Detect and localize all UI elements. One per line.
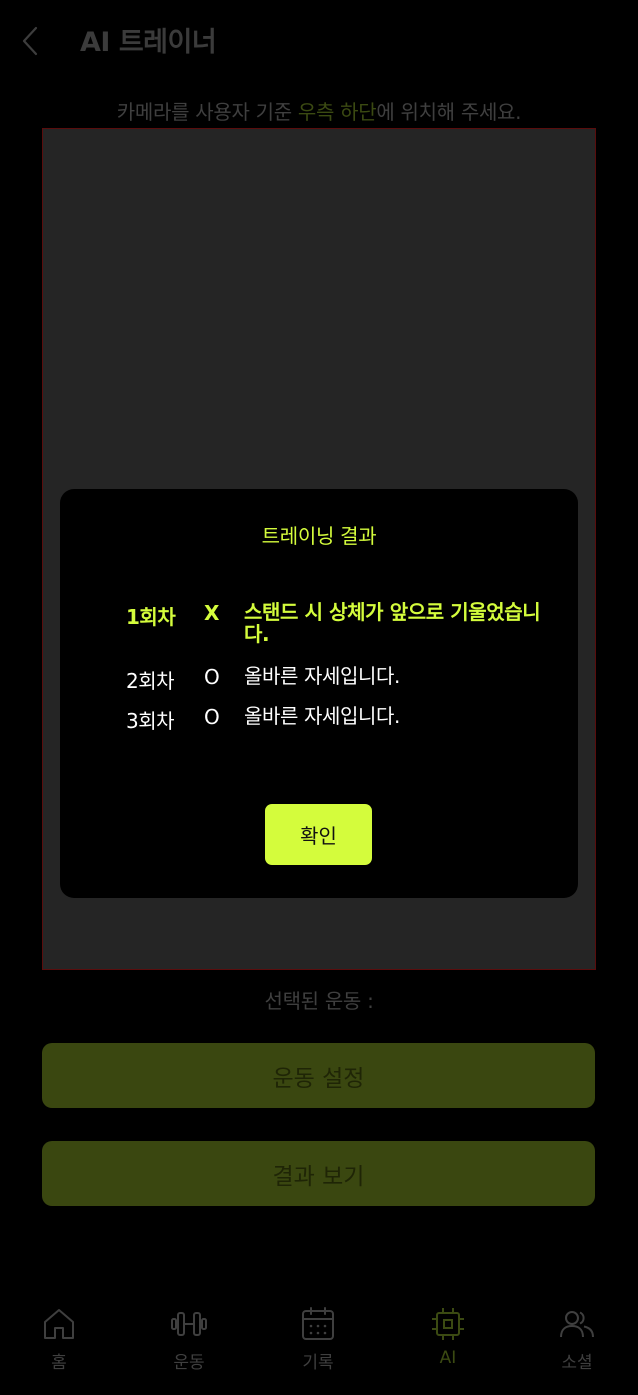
nav-item-home[interactable]: 홈: [14, 1300, 104, 1375]
selected-exercise-label: 선택된 운동 :: [264, 989, 374, 1013]
app-screen: AI 트레이너 카메라를 사용자 기준 우측 하단에 위치해 주세요. 트레이닝…: [0, 0, 638, 1395]
nav-label: 홈: [51, 1353, 67, 1373]
camera-instruction: 카메라를 사용자 기준 우측 하단에 위치해 주세요.: [0, 96, 638, 125]
nav-item-records[interactable]: 기록: [273, 1300, 363, 1375]
nav-label: 소셜: [561, 1353, 593, 1373]
instruction-pre: 카메라를 사용자 기준: [116, 100, 298, 124]
confirm-button[interactable]: 확인: [265, 804, 372, 865]
dumbbell-icon: [171, 1312, 207, 1336]
nav-item-ai[interactable]: AI: [403, 1300, 493, 1375]
bottom-nav: 홈 운동 기록 AI 소셜: [0, 1300, 638, 1395]
page-title: AI 트레이너: [80, 27, 217, 58]
result-round: 1회차: [126, 605, 176, 629]
users-icon: [560, 1311, 594, 1338]
result-mark: X: [204, 601, 220, 625]
result-round: 3회차: [126, 709, 175, 733]
exercise-settings-button[interactable]: 운동 설정: [42, 1043, 595, 1108]
result-message: 올바른 자세입니다.: [244, 704, 400, 728]
nav-item-exercise[interactable]: 운동: [144, 1300, 234, 1375]
chevron-left-icon: [22, 26, 38, 56]
training-result-modal: 트레이닝 결과 1회차 X 스탠드 시 상체가 앞으로 기울었습니다. 2회차 …: [60, 489, 578, 898]
result-round: 2회차: [126, 669, 175, 693]
result-mark: O: [204, 705, 220, 729]
instruction-highlight: 우측 하단: [297, 100, 377, 124]
calendar-icon: [302, 1307, 334, 1340]
back-button[interactable]: [14, 22, 48, 60]
result-message: 올바른 자세입니다.: [244, 664, 400, 688]
result-mark: O: [204, 665, 220, 689]
instruction-post: 에 위치해 주세요.: [376, 100, 522, 124]
nav-label: 운동: [173, 1353, 205, 1373]
nav-item-social[interactable]: 소셜: [532, 1300, 622, 1375]
home-icon: [44, 1309, 74, 1339]
nav-label: AI: [439, 1348, 457, 1368]
header: AI 트레이너: [0, 0, 638, 82]
modal-title: 트레이닝 결과: [261, 524, 377, 548]
result-message: 스탠드 시 상체가 앞으로 기울었습니다.: [244, 600, 541, 646]
view-results-button[interactable]: 결과 보기: [42, 1141, 595, 1206]
nav-label: 기록: [302, 1353, 334, 1373]
chip-icon: [432, 1308, 464, 1340]
